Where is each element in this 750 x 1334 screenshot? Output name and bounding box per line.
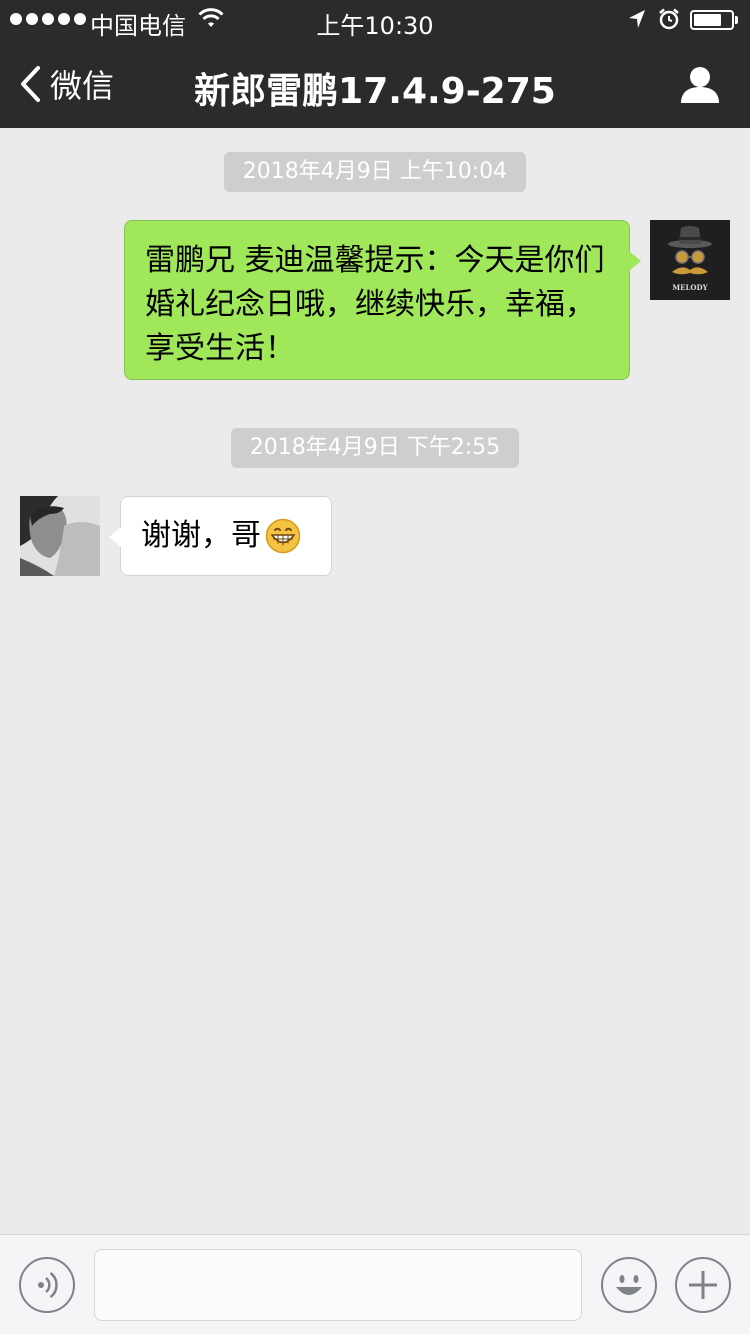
message-input[interactable]: [94, 1249, 582, 1321]
hat-mustache-avatar-icon: MELODY: [650, 220, 730, 300]
message-text: 谢谢，哥: [141, 518, 261, 553]
avatar-label: MELODY: [672, 283, 708, 292]
alarm-clock-icon: [659, 8, 679, 30]
nav-bar: 微信 新郎雷鹏17.4.9-275: [0, 40, 750, 128]
grinning-face-icon: [265, 518, 301, 554]
smiley-icon: [616, 1275, 642, 1295]
sent-message-bubble[interactable]: 雷鹏兄 麦迪温馨提示：今天是你们婚礼纪念日哦，继续快乐，幸福，享受生活！: [124, 220, 641, 380]
chat-screen: 中国电信 上午10:30 微信 新郎雷鹏17.4.9-275 2018年4月9日…: [0, 0, 750, 1334]
person-icon[interactable]: [680, 65, 720, 105]
status-bar: 中国电信 上午10:30: [0, 0, 750, 40]
battery-icon: [690, 10, 738, 30]
input-toolbar: [0, 1234, 750, 1334]
bubble-tail: [629, 251, 641, 271]
message-timestamp: 2018年4月9日 下午2:55: [231, 428, 519, 468]
contact-photo-icon: [20, 496, 100, 576]
voice-input-icon: [38, 1272, 58, 1298]
emoji-button[interactable]: [601, 1257, 657, 1313]
voice-input-button[interactable]: [19, 1257, 75, 1313]
contact-avatar[interactable]: [20, 496, 100, 576]
bubble-tail: [109, 527, 121, 547]
more-actions-button[interactable]: [675, 1257, 731, 1313]
my-avatar[interactable]: MELODY: [650, 220, 730, 300]
location-arrow-icon: [629, 10, 645, 28]
message-timestamp: 2018年4月9日 上午10:04: [224, 152, 526, 192]
chat-title: 新郎雷鹏17.4.9-275: [194, 71, 556, 112]
plus-icon: [689, 1271, 717, 1299]
message-text: 雷鹏兄 麦迪温馨提示：今天是你们婚礼纪念日哦，继续快乐，幸福，享受生活！: [145, 243, 605, 366]
received-message-bubble[interactable]: 谢谢，哥: [109, 496, 332, 576]
